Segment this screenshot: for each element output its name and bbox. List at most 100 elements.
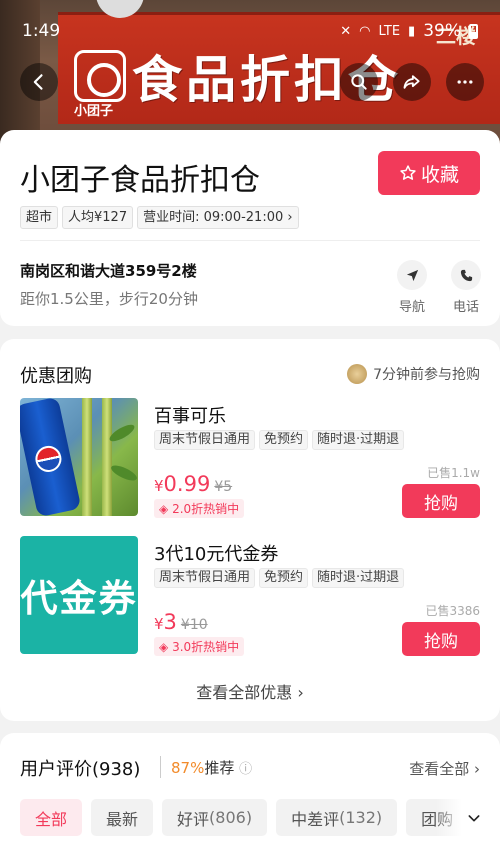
status-bar: 1:49 ✕ ◠ LTE ▮ 39% bbox=[0, 0, 500, 41]
deal-title: 3代10元代金券 bbox=[154, 544, 279, 565]
status-time: 1:49 bbox=[22, 21, 61, 41]
avg-price-tag: 人均¥127 bbox=[62, 206, 134, 229]
discount-text: 2.0折热销中 bbox=[172, 502, 240, 516]
deal-tag: 免预约 bbox=[259, 568, 309, 588]
favorite-label: 收藏 bbox=[420, 163, 459, 186]
share-icon bbox=[403, 75, 420, 89]
discount-badge: ◈ 2.0折热销中 bbox=[154, 499, 245, 518]
voucher-image-text: 代金券 bbox=[20, 577, 138, 620]
hours-tag[interactable]: 营业时间: 09:00-21:00 › bbox=[137, 206, 299, 229]
pepsi-logo-icon bbox=[32, 443, 64, 475]
deal-item[interactable]: 代金券 3代10元代金券 周末节假日通用 免预约 随时退·过期退 ¥3 ¥10 ◈… bbox=[0, 536, 500, 658]
see-all-reviews-link[interactable]: 查看全部 › bbox=[409, 758, 480, 779]
recommend-rate: 87%推荐 ⓘ bbox=[171, 757, 252, 778]
chevron-down-icon bbox=[468, 814, 480, 821]
battery-percent: 39% bbox=[423, 21, 461, 41]
deal-tags: 周末节假日通用 免预约 随时退·过期退 bbox=[154, 430, 405, 450]
search-button[interactable] bbox=[340, 63, 378, 101]
pepsi-product-image bbox=[20, 398, 138, 516]
back-arrow-icon bbox=[33, 74, 43, 90]
navigate-label: 导航 bbox=[398, 300, 425, 315]
filter-label: 最新 bbox=[106, 809, 139, 829]
deal-tag: 周末节假日通用 bbox=[154, 568, 256, 588]
bamboo-stalk bbox=[82, 398, 92, 516]
navigate-icon-wrap bbox=[397, 260, 427, 290]
more-dots-icon bbox=[457, 80, 473, 84]
filter-negative[interactable]: 中差评 (132) bbox=[276, 799, 398, 836]
voucher-image: 代金券 bbox=[20, 536, 138, 654]
favorite-button[interactable]: 收藏 bbox=[378, 151, 480, 195]
chevron-right-icon: › bbox=[287, 210, 293, 225]
mute-icon: ✕ bbox=[340, 23, 352, 39]
discount-badge: ◈ 3.0折热销中 bbox=[154, 637, 245, 656]
currency-symbol: ¥ bbox=[154, 615, 164, 633]
buy-button[interactable]: 抢购 bbox=[402, 484, 480, 518]
deals-section-title: 优惠团购 bbox=[20, 366, 92, 387]
currency-symbol: ¥ bbox=[154, 477, 164, 495]
filter-latest[interactable]: 最新 bbox=[91, 799, 154, 836]
share-button[interactable] bbox=[393, 63, 431, 101]
store-name: 小团子食品折扣仓 bbox=[20, 163, 260, 198]
phone-label: 电话 bbox=[452, 300, 479, 315]
deal-tag: 周末节假日通用 bbox=[154, 430, 256, 450]
divider bbox=[160, 756, 161, 778]
deal-price: ¥0.99 ¥5 bbox=[154, 472, 232, 496]
divider bbox=[20, 240, 480, 241]
store-distance: 距你1.5公里，步行20分钟 bbox=[20, 290, 198, 308]
star-icon bbox=[400, 165, 416, 180]
view-all-deals-text: 查看全部优惠 bbox=[196, 683, 293, 702]
wifi-icon: ◠ bbox=[359, 23, 371, 39]
battery-icon bbox=[469, 23, 478, 39]
tag-icon: ◈ bbox=[159, 502, 169, 516]
recommend-percent: 87% bbox=[171, 759, 205, 777]
deal-tag: 随时退·过期退 bbox=[312, 430, 405, 450]
reviews-title: 用户评价(938) bbox=[20, 759, 141, 780]
price-value: 0.99 bbox=[163, 472, 211, 496]
network-type: LTE bbox=[378, 23, 401, 39]
group-deals-card: 优惠团购 7分钟前参与抢购 百事可乐 周末节假日通用 免预约 随时退·过期退 ¥… bbox=[0, 339, 500, 721]
hours-text: 营业时间: 09:00-21:00 bbox=[143, 210, 284, 225]
price-value: 3 bbox=[163, 610, 177, 634]
signal-icon: ▮ bbox=[408, 23, 416, 39]
deal-tags: 周末节假日通用 免预约 随时退·过期退 bbox=[154, 568, 405, 588]
deal-price: ¥3 ¥10 bbox=[154, 610, 208, 634]
soda-can bbox=[20, 398, 82, 516]
search-icon bbox=[351, 74, 367, 90]
deal-item[interactable]: 百事可乐 周末节假日通用 免预约 随时退·过期退 ¥0.99 ¥5 ◈ 2.0折热… bbox=[0, 398, 500, 520]
phone-button[interactable]: 电话 bbox=[446, 260, 486, 315]
filter-label: 全部 bbox=[35, 809, 68, 829]
phone-icon-wrap bbox=[451, 260, 481, 290]
navigation-arrow-icon bbox=[406, 269, 418, 281]
filter-positive[interactable]: 好评 (806) bbox=[162, 799, 268, 836]
recent-join-indicator: 7分钟前参与抢购 bbox=[347, 364, 480, 384]
leaf bbox=[109, 462, 138, 484]
store-address[interactable]: 南岗区和谐大道359号2楼 bbox=[20, 260, 197, 281]
recommend-label: 推荐 bbox=[204, 759, 235, 777]
review-filters: 全部 最新 好评(806) 中差评(132) 团购 bbox=[20, 799, 469, 836]
chevron-right-icon: › bbox=[474, 760, 480, 778]
view-all-deals-link[interactable]: 查看全部优惠 › bbox=[0, 679, 500, 703]
info-icon[interactable]: ⓘ bbox=[239, 762, 252, 777]
reviews-card: 用户评价(938) 87%推荐 ⓘ 查看全部 › 全部 最新 好评 (806) 中… bbox=[0, 733, 500, 844]
chevron-right-icon: › bbox=[297, 683, 304, 702]
buy-button[interactable]: 抢购 bbox=[402, 622, 480, 656]
recent-join-text: 7分钟前参与抢购 bbox=[373, 367, 480, 383]
back-button[interactable] bbox=[20, 63, 58, 101]
navigate-button[interactable]: 导航 bbox=[392, 260, 432, 315]
filter-count: (132) bbox=[339, 808, 383, 827]
filter-all[interactable]: 全部 bbox=[20, 799, 83, 836]
discount-text: 3.0折热销中 bbox=[172, 640, 240, 654]
more-button[interactable] bbox=[446, 63, 484, 101]
see-all-text: 查看全部 bbox=[409, 760, 470, 778]
store-tags: 超市 人均¥127 营业时间: 09:00-21:00 › bbox=[20, 206, 299, 229]
avatar bbox=[347, 364, 368, 384]
sign-brand-text: 小团子 bbox=[74, 104, 114, 119]
deal-tag: 随时退·过期退 bbox=[312, 568, 405, 588]
store-category-tag: 超市 bbox=[20, 206, 59, 229]
status-icons: ✕ ◠ LTE ▮ 39% bbox=[340, 21, 478, 41]
expand-filters-button[interactable] bbox=[436, 795, 500, 840]
original-price: ¥10 bbox=[180, 617, 208, 633]
filter-label: 好评 bbox=[177, 809, 210, 829]
tag-icon: ◈ bbox=[159, 640, 169, 654]
bamboo-stalk bbox=[102, 398, 112, 516]
